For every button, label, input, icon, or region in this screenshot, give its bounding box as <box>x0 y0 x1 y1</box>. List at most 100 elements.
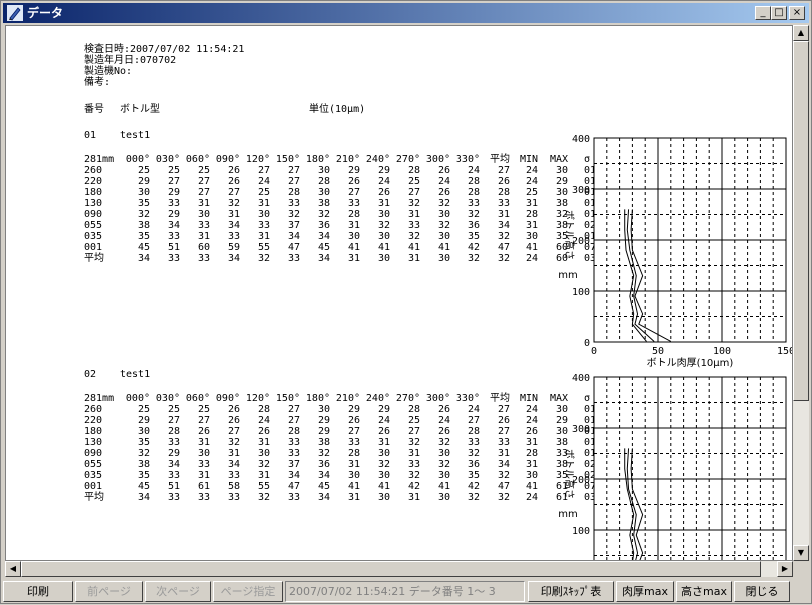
table-cell: 27 <box>287 415 300 426</box>
title-bar[interactable]: データ _ □ × <box>3 3 809 23</box>
row-header-cell: 090 <box>84 209 103 220</box>
table-cell: 27 <box>287 176 300 187</box>
row-header-cell: 平均 <box>84 492 104 503</box>
next-page-button[interactable]: 次ページ <box>145 581 211 602</box>
table-cell: 28 <box>407 165 420 176</box>
scroll-down-arrow-icon[interactable]: ▼ <box>793 545 809 561</box>
table-cell: 32 <box>317 448 330 459</box>
horizontal-scrollbar[interactable]: ◀ ▶ <box>5 561 793 577</box>
height-max-button[interactable]: 高さmax <box>676 581 732 602</box>
table-cell: 30 <box>377 253 390 264</box>
row-header-cell: 281mm <box>84 393 115 404</box>
table-cell: 270° <box>395 393 420 404</box>
table-cell: 33 <box>197 253 210 264</box>
x-tick-label: 100 <box>713 346 731 357</box>
table-cell: 41 <box>347 242 360 253</box>
table-cell: 33 <box>467 437 480 448</box>
scroll-left-arrow-icon[interactable]: ◀ <box>5 561 21 577</box>
maximize-button[interactable]: □ <box>771 6 787 20</box>
table-cell: 32 <box>407 231 420 242</box>
table-cell: 59 <box>227 242 240 253</box>
row-header-cell: 180 <box>84 426 103 437</box>
table-cell: 32 <box>287 209 300 220</box>
table-cell: 33 <box>197 220 210 231</box>
minimize-button[interactable]: _ <box>755 6 771 20</box>
row-header-cell: 055 <box>84 220 103 231</box>
row-header-cell: 260 <box>84 165 103 176</box>
scroll-up-arrow-icon[interactable]: ▲ <box>793 25 809 41</box>
table-cell: 32 <box>467 253 480 264</box>
table-cell: 29 <box>347 165 360 176</box>
table-cell: 33 <box>407 459 420 470</box>
table-cell: 35 <box>467 470 480 481</box>
prev-page-button[interactable]: 前ページ <box>75 581 143 602</box>
row-header-cell: 001 <box>84 481 103 492</box>
y-axis-unit: mm <box>558 270 577 281</box>
table-cell: 180° <box>305 154 330 165</box>
table-cell: 28 <box>497 187 510 198</box>
table-cell: 33 <box>287 253 300 264</box>
close-window-button[interactable]: × <box>789 6 805 20</box>
table-cell: 24 <box>525 404 538 415</box>
table-cell: 32 <box>137 209 150 220</box>
table-cell: 33 <box>407 220 420 231</box>
table-cell: 300° <box>425 154 450 165</box>
table-cell: 270° <box>395 154 420 165</box>
scroll-right-arrow-icon[interactable]: ▶ <box>777 561 793 577</box>
table-cell: 000° <box>125 154 150 165</box>
table-cell: 平均 <box>490 393 510 404</box>
vertical-scroll-thumb[interactable] <box>793 41 809 401</box>
page-specify-button[interactable]: ページ指定 <box>213 581 283 602</box>
y-tick-label: 300 <box>572 185 590 196</box>
y-axis-label: ボトル高さ <box>563 449 576 499</box>
table-cell: 32 <box>437 437 450 448</box>
table-cell: 27 <box>287 165 300 176</box>
table-cell: 24 <box>467 165 480 176</box>
table-cell: 34 <box>317 470 330 481</box>
table-cell: 51 <box>167 242 180 253</box>
close-button[interactable]: 閉じる <box>734 581 790 602</box>
table-cell: 150° <box>275 154 300 165</box>
table-cell: 31 <box>377 198 390 209</box>
table-cell: 27 <box>167 176 180 187</box>
thickness-chart: 100200300400ボトル高さmm <box>558 373 787 560</box>
table-cell: 24 <box>525 415 538 426</box>
table-cell: 41 <box>377 242 390 253</box>
report-view[interactable]: 検査日時:2007/07/02 11:54:21 製造年月日:070702 製造… <box>5 25 793 561</box>
table-cell: 26 <box>437 426 450 437</box>
table-cell: 27 <box>227 187 240 198</box>
print-button[interactable]: 印刷 <box>3 581 73 602</box>
horizontal-scroll-thumb[interactable] <box>21 561 761 577</box>
table-cell: 33 <box>167 231 180 242</box>
table-cell: 29 <box>137 415 150 426</box>
table-cell: 31 <box>347 253 360 264</box>
table-cell: 240° <box>365 393 390 404</box>
table-cell: 36 <box>467 220 480 231</box>
table-cell: 36 <box>317 459 330 470</box>
table-cell: 30 <box>437 209 450 220</box>
record-number: 01 <box>84 130 97 141</box>
vertical-scrollbar[interactable]: ▲ ▼ <box>793 25 809 561</box>
table-cell: 32 <box>377 220 390 231</box>
table-cell: 31 <box>257 437 270 448</box>
table-cell: 34 <box>137 253 150 264</box>
table-cell: 30 <box>197 209 210 220</box>
table-cell: 28 <box>287 426 300 437</box>
table-cell: 31 <box>257 231 270 242</box>
table-cell: 34 <box>287 231 300 242</box>
table-cell: 31 <box>347 220 360 231</box>
table-cell: 27 <box>347 187 360 198</box>
table-cell: 33 <box>287 437 300 448</box>
table-cell: 32 <box>497 253 510 264</box>
table-cell: 29 <box>167 448 180 459</box>
table-cell: 29 <box>167 209 180 220</box>
table-cell: 41 <box>377 481 390 492</box>
table-cell: 28 <box>257 404 270 415</box>
table-cell: 28 <box>467 426 480 437</box>
table-cell: 26 <box>347 415 360 426</box>
row-header-cell: 281mm <box>84 154 115 165</box>
thickness-max-button[interactable]: 肉厚max <box>616 581 674 602</box>
print-skip-table-button[interactable]: 印刷ｽｷｯﾌﾟ表 <box>528 581 614 602</box>
table-cell: 25 <box>407 176 420 187</box>
table-cell: 35 <box>467 231 480 242</box>
